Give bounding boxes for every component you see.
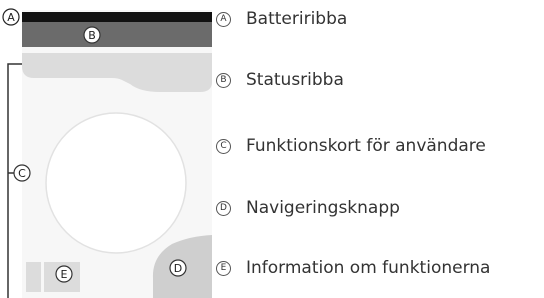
function-card-circle — [45, 112, 187, 254]
legend-label-b: Statusribba — [246, 70, 344, 90]
legend-marker-a: A — [216, 11, 231, 27]
legend-marker-c: C — [216, 138, 231, 154]
marker-c: C — [13, 164, 31, 182]
info-box-1 — [26, 262, 41, 292]
legend-label-e: Information om funktionerna — [246, 258, 491, 278]
legend-label-a: Batteriribba — [246, 9, 348, 29]
legend-label-c: Funktionskort för användare — [246, 136, 486, 156]
marker-b: B — [83, 26, 101, 44]
marker-d-letter: D — [174, 262, 182, 275]
legend-marker-e: E — [216, 260, 231, 276]
marker-c-letter: C — [18, 167, 26, 180]
marker-d: D — [169, 259, 187, 277]
legend-label-d: Navigeringsknapp — [246, 198, 400, 218]
legend-item-a: A Batteriribba — [216, 7, 347, 31]
legend-item-d: D Navigeringsknapp — [216, 196, 400, 220]
legend-item-b: B Statusribba — [216, 68, 344, 92]
legend-marker-d: D — [216, 200, 231, 216]
marker-a-letter: A — [7, 11, 15, 24]
status-bar — [22, 22, 212, 47]
legend-item-e: E Information om funktionerna — [216, 256, 490, 280]
marker-e: E — [55, 265, 73, 283]
legend-item-c: C Funktionskort för användare — [216, 134, 486, 158]
marker-a: A — [2, 8, 20, 26]
marker-e-letter: E — [61, 268, 68, 281]
marker-b-letter: B — [88, 29, 96, 42]
battery-bar — [22, 12, 212, 22]
legend-marker-b: B — [216, 72, 231, 88]
